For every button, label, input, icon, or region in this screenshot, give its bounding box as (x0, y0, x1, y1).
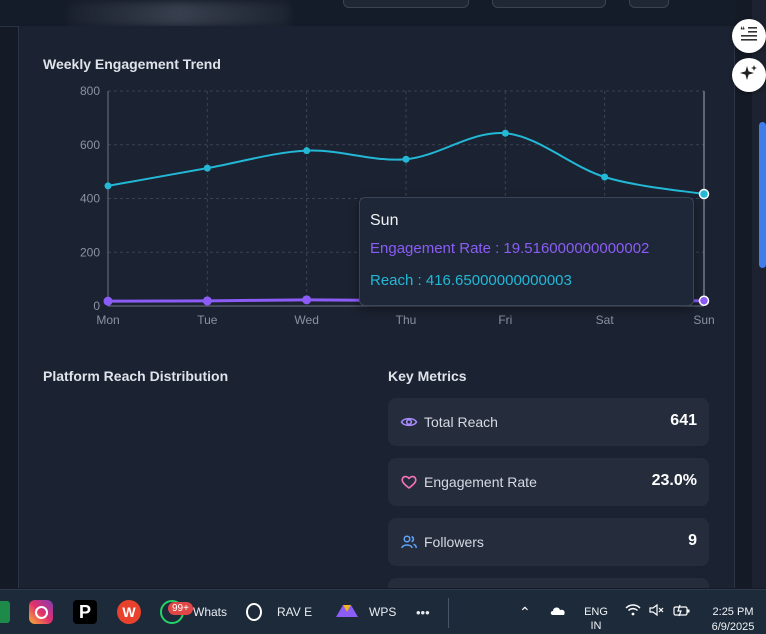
tray-battery[interactable] (673, 590, 691, 634)
taskbar-app-instagram[interactable] (29, 590, 53, 634)
y-tick-label: 0 (93, 299, 100, 313)
wifi-icon (625, 603, 641, 621)
metric-total-reach: Total Reach 641 (388, 398, 709, 446)
heart-icon (400, 473, 418, 491)
eye-icon (400, 413, 418, 431)
sparkle-icon (740, 64, 758, 87)
svg-text:❝: ❝ (740, 26, 745, 36)
os-taskbar: P W 99+ Whats RAV E WPS ••• ⌃ ENG IN 2:2… (0, 589, 766, 634)
metric-engagement-rate: Engagement Rate 23.0% (388, 458, 709, 506)
excel-icon (0, 601, 10, 623)
wps-office-icon: W (117, 600, 141, 624)
x-tick-label: Thu (396, 313, 417, 327)
metric-card-partial (388, 578, 709, 588)
clock-date: 6/9/2025 (711, 621, 755, 633)
reach-point (698, 188, 710, 200)
x-tick-label: Sat (596, 313, 615, 327)
x-tick-label: Mon (96, 313, 119, 327)
lang-indicator[interactable]: ENG IN (580, 606, 612, 632)
engagement-rate-point (698, 295, 710, 307)
metric-label: Total Reach (424, 414, 498, 430)
chart-tooltip: Sun Engagement Rate : 19.516000000000002… (359, 197, 694, 306)
taskbar-app-wps-office[interactable]: W (117, 590, 141, 634)
metric-label: Engagement Rate (424, 474, 537, 490)
tray-wifi[interactable] (625, 590, 641, 634)
tray-onedrive[interactable] (549, 590, 567, 634)
notification-badge: 99+ (168, 602, 193, 615)
volume-muted-icon (649, 603, 665, 621)
engagement-rate-point (302, 295, 312, 305)
wps-icon (335, 602, 359, 623)
y-tick-label: 200 (80, 245, 100, 259)
reach-point (303, 147, 311, 155)
reach-point (104, 182, 112, 190)
metric-label: Followers (424, 534, 484, 550)
tray-clock[interactable]: 2:25 PM 6/9/2025 (700, 606, 766, 633)
reach-point (601, 173, 609, 181)
rav-icon (246, 603, 262, 621)
x-tick-label: Tue (197, 313, 218, 327)
page-scrollbar-thumb[interactable] (759, 122, 766, 268)
clock-time: 2:25 PM (712, 606, 754, 618)
x-tick-label: Fri (498, 313, 512, 327)
y-tick-label: 800 (80, 84, 100, 98)
taskbar-app-rav[interactable]: RAV E (246, 590, 312, 634)
reach-point (402, 155, 410, 163)
lang-bottom: IN (590, 620, 602, 632)
taskbar-app-p[interactable]: P (73, 590, 97, 634)
y-tick-label: 400 (80, 192, 100, 206)
metric-value: 9 (688, 532, 697, 549)
tooltip-reach: Reach : 416.65000000000003 (370, 272, 572, 289)
ai-sparkle-button[interactable] (732, 58, 766, 92)
tooltip-day: Sun (370, 212, 399, 229)
wps-label: WPS (369, 605, 397, 619)
more-icon: ••• (416, 604, 430, 620)
taskbar-app-excel[interactable] (0, 590, 10, 634)
metric-followers: Followers 9 (388, 518, 709, 566)
y-tick-label: 600 (80, 138, 100, 152)
tray-volume[interactable] (649, 590, 665, 634)
x-tick-label: Wed (294, 313, 318, 327)
instagram-icon (29, 600, 53, 624)
distribution-title: Platform Reach Distribution (43, 368, 229, 384)
tooltip-engagement: Engagement Rate : 19.516000000000002 (370, 240, 650, 257)
taskbar-app-whatsapp[interactable]: 99+ Whats (160, 590, 227, 634)
key-metrics-title: Key Metrics (388, 368, 467, 384)
reach-point (501, 129, 509, 137)
metric-value: 23.0% (651, 472, 697, 489)
quote-button[interactable]: ❝ (732, 19, 766, 53)
users-icon (400, 533, 418, 551)
quote-icon: ❝ (740, 25, 758, 48)
engagement-rate-point (202, 296, 212, 306)
rav-label: RAV E (277, 605, 313, 619)
cloud-icon (549, 603, 567, 621)
lang-top: ENG (584, 606, 608, 618)
tray-expand-button[interactable]: ⌃ (519, 590, 531, 634)
taskbar-app-wps[interactable]: WPS (335, 590, 396, 634)
x-tick-label: Sun (693, 313, 714, 327)
taskbar-more-button[interactable]: ••• (416, 590, 430, 634)
battery-icon (673, 603, 691, 622)
engagement-rate-point (103, 296, 113, 306)
reach-point (203, 164, 211, 172)
chevron-up-icon: ⌃ (519, 603, 531, 620)
metric-value: 641 (670, 412, 697, 429)
whatsapp-label: Whats (193, 605, 228, 619)
p-app-icon: P (73, 600, 97, 624)
taskbar-divider (448, 598, 449, 628)
